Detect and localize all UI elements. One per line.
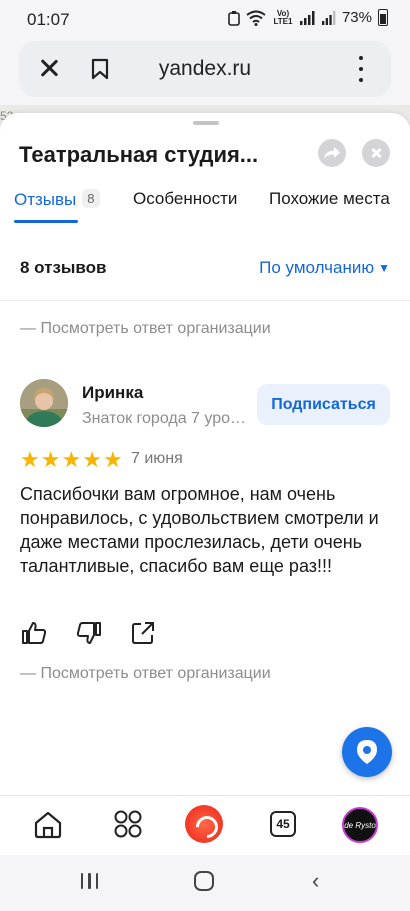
sheet-drag-handle[interactable] [193, 121, 219, 125]
location-pin-icon [357, 740, 377, 764]
browser-bottom-nav: 45 de Rysto [0, 795, 410, 855]
route-fab-button[interactable] [342, 727, 392, 777]
rating-stars: ★ ★ ★ ★ ★ [20, 449, 123, 471]
review-text: Спасибочки вам огромное, нам очень понра… [20, 484, 379, 576]
divider [0, 300, 410, 301]
thumbs-down-icon[interactable] [76, 621, 102, 645]
reviewer-avatar[interactable] [20, 379, 68, 427]
back-icon[interactable]: ‹ [312, 870, 319, 892]
star-icon: ★ [82, 447, 102, 472]
share-external-icon[interactable] [131, 621, 155, 645]
system-nav-bar: ‹ [0, 855, 410, 911]
system-home-icon[interactable] [194, 871, 214, 891]
review-date: 7 июня [131, 450, 183, 467]
active-tab-indicator [14, 220, 78, 223]
home-icon[interactable] [33, 810, 63, 840]
status-time: 01:07 [27, 10, 70, 29]
place-title: Театральная студия... [19, 142, 259, 167]
menu-dots-icon[interactable] [359, 56, 363, 82]
reviewer-level: Знаток города 7 уровня [82, 410, 247, 427]
url-text[interactable]: yandex.ru [19, 57, 391, 81]
subscribe-button[interactable]: Подписаться [257, 384, 390, 425]
tab-reviews-badge: 8 [82, 189, 100, 208]
battery-percent: 73% [341, 9, 372, 26]
alice-assistant-icon[interactable] [185, 805, 223, 843]
place-card-sheet: Театральная студия... Отзывы 8 Особенност… [0, 113, 410, 795]
sort-dropdown[interactable]: По умолчанию ▼ [259, 258, 390, 278]
thumbs-up-icon[interactable] [21, 621, 47, 645]
reviewer-name[interactable]: Иринка [82, 383, 143, 403]
browser-toolbar: yandex.ru [0, 38, 410, 105]
tab-bar: Отзывы 8 Особенности Похожие места [0, 189, 410, 225]
share-button[interactable] [318, 139, 346, 167]
avatar-photo [20, 379, 68, 427]
tab-similar-places[interactable]: Похожие места [269, 189, 390, 209]
share-arrow-icon [324, 147, 340, 159]
volte-indicator: Vo) LTE1 [273, 8, 293, 26]
services-grid-icon[interactable] [113, 809, 143, 839]
view-org-reply-link-2[interactable]: — Посмотреть ответ организации [20, 665, 271, 683]
signal-icon-2 [321, 10, 336, 25]
star-icon: ★ [20, 447, 40, 472]
screenshot-icon [228, 10, 240, 26]
close-card-button[interactable] [362, 139, 390, 167]
reviews-count: 8 отзывов [20, 258, 107, 277]
open-tabs-button[interactable]: 45 [270, 811, 296, 837]
sort-label: По умолчанию [259, 258, 375, 277]
address-bar[interactable]: yandex.ru [19, 41, 391, 97]
star-icon: ★ [102, 447, 123, 472]
chevron-down-icon: ▼ [378, 261, 390, 275]
status-icons: Vo) LTE1 73% [228, 9, 388, 26]
reviews-header: 8 отзывов По умолчанию ▼ [0, 252, 410, 292]
profile-avatar[interactable]: de Rysto [342, 807, 378, 843]
signal-icon [299, 10, 315, 25]
battery-icon [378, 9, 388, 26]
recents-icon[interactable] [81, 873, 98, 889]
star-icon: ★ [40, 447, 61, 472]
star-icon: ★ [61, 447, 82, 472]
status-bar: 01:07 Vo) LTE1 73% [0, 0, 410, 38]
wifi-icon [246, 10, 266, 26]
view-org-reply-link[interactable]: — Посмотреть ответ организации [20, 320, 271, 338]
tab-features[interactable]: Особенности [133, 189, 237, 209]
tab-reviews-label: Отзывы [14, 190, 77, 209]
tab-reviews[interactable]: Отзывы 8 [14, 189, 100, 210]
